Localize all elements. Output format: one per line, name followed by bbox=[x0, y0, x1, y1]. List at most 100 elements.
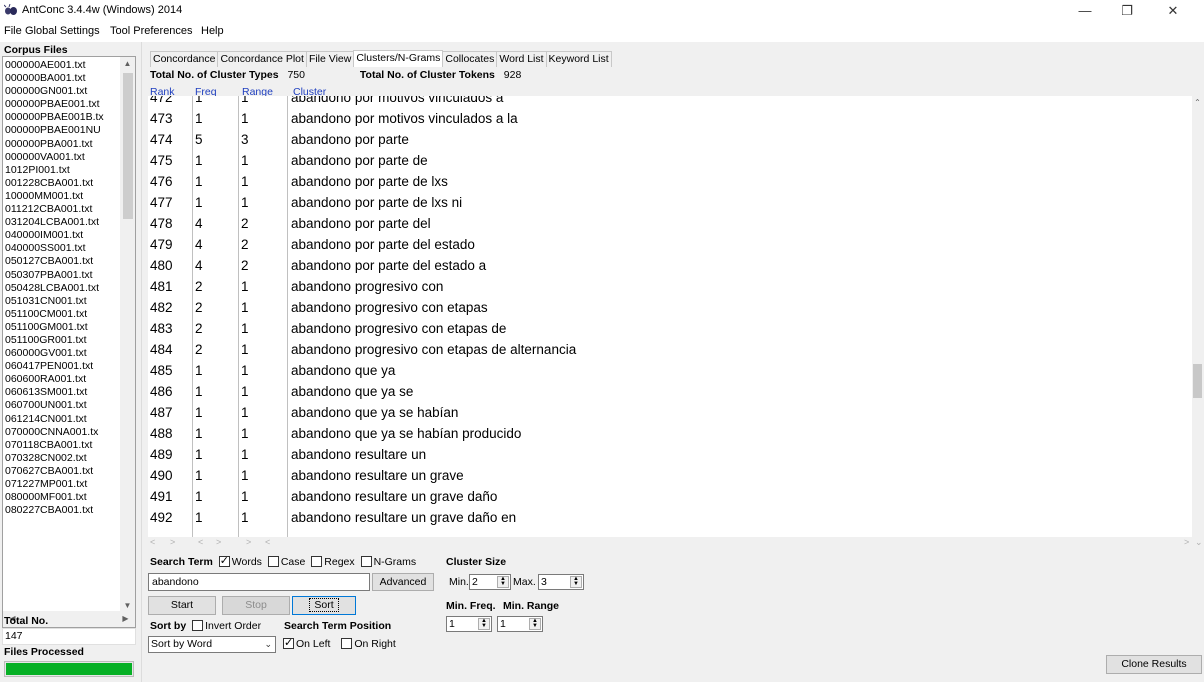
min-cluster-size-spinner[interactable]: 2 ▲ ▼ bbox=[469, 574, 511, 590]
corpus-file-item[interactable]: 050127CBA001.txt bbox=[3, 255, 121, 268]
start-button[interactable]: Start bbox=[148, 596, 216, 615]
corpus-file-item[interactable]: 051031CN001.txt bbox=[3, 295, 121, 308]
corpus-file-item[interactable]: 10000MM001.txt bbox=[3, 190, 121, 203]
scrollbar-thumb[interactable] bbox=[1193, 364, 1202, 398]
corpus-file-item[interactable]: 070000CNNA001.tx bbox=[3, 426, 121, 439]
corpus-file-item[interactable]: 040000IM001.txt bbox=[3, 229, 121, 242]
maximize-icon[interactable]: ❐ bbox=[1110, 0, 1144, 22]
menu-tool-preferences[interactable]: Tool Preferences bbox=[110, 25, 193, 37]
corpus-file-item[interactable]: 080000MF001.txt bbox=[3, 491, 121, 504]
corpus-file-item[interactable]: 070627CBA001.txt bbox=[3, 465, 121, 478]
table-row[interactable]: 491 1 1 abandono resultare un grave daño bbox=[148, 486, 1188, 507]
table-row[interactable]: 490 1 1 abandono resultare un grave bbox=[148, 465, 1188, 486]
sort-by-dropdown[interactable]: Sort by Word ⌄ bbox=[148, 636, 276, 653]
corpus-file-item[interactable]: 080227CBA001.txt bbox=[3, 504, 121, 517]
tab-clusters-n-grams[interactable]: Clusters/N-Grams bbox=[353, 50, 444, 67]
scroll-right-icon[interactable]: ▶ bbox=[118, 614, 133, 623]
min-freq-spinner[interactable]: 1 ▲ ▼ bbox=[446, 616, 492, 632]
results-table[interactable]: 472 1 1 abandono por motivos vinculados a 47… bbox=[148, 96, 1192, 537]
scroll-up-icon[interactable]: ▲ bbox=[120, 59, 135, 68]
clone-results-button[interactable]: Clone Results bbox=[1106, 655, 1202, 674]
corpus-file-item[interactable]: 000000PBAE001NU bbox=[3, 124, 121, 137]
corpus-file-item[interactable]: 051100CM001.txt bbox=[3, 308, 121, 321]
results-horizontal-scrollbars[interactable]: < > < > > < > ⌄ bbox=[148, 537, 1204, 549]
table-row[interactable]: 477 1 1 abandono por parte de lxs ni bbox=[148, 192, 1188, 213]
menu-global-settings[interactable]: Global Settings bbox=[25, 25, 100, 37]
corpus-file-item[interactable]: 000000VA001.txt bbox=[3, 151, 121, 164]
corpus-file-item[interactable]: 050307PBA001.txt bbox=[3, 269, 121, 282]
sort-button[interactable]: Sort bbox=[292, 596, 356, 615]
scroll-down-icon[interactable]: ⌄ bbox=[1195, 537, 1203, 548]
scroll-left-icon[interactable]: < bbox=[198, 537, 203, 547]
tab-collocates[interactable]: Collocates bbox=[442, 51, 498, 67]
table-row[interactable]: 488 1 1 abandono que ya se habían producido bbox=[148, 423, 1188, 444]
corpus-file-item[interactable]: 011212CBA001.txt bbox=[3, 203, 121, 216]
corpus-file-item[interactable]: 060700UN001.txt bbox=[3, 399, 121, 412]
tab-word-list[interactable]: Word List bbox=[496, 51, 547, 67]
corpus-file-item[interactable]: 1012PI001.txt bbox=[3, 164, 121, 177]
corpus-file-item[interactable]: 031204LCBA001.txt bbox=[3, 216, 121, 229]
results-vertical-scrollbar[interactable]: ⌃ bbox=[1192, 96, 1204, 537]
corpus-file-item[interactable]: 060613SM001.txt bbox=[3, 386, 121, 399]
file-list-vertical-scrollbar[interactable]: ▲ ▼ bbox=[120, 57, 135, 612]
table-row[interactable]: 489 1 1 abandono resultare un bbox=[148, 444, 1188, 465]
table-row[interactable]: 484 2 1 abandono progresivo con etapas de a… bbox=[148, 339, 1188, 360]
corpus-file-item[interactable]: 060000GV001.txt bbox=[3, 347, 121, 360]
menu-help[interactable]: Help bbox=[201, 25, 224, 37]
corpus-file-item[interactable]: 051100GM001.txt bbox=[3, 321, 121, 334]
scroll-right-icon[interactable]: < bbox=[265, 537, 270, 547]
corpus-file-item[interactable]: 040000SS001.txt bbox=[3, 242, 121, 255]
corpus-file-item[interactable]: 000000GN001.txt bbox=[3, 85, 121, 98]
table-row[interactable]: 485 1 1 abandono que ya bbox=[148, 360, 1188, 381]
search-term-input[interactable]: abandono bbox=[148, 573, 370, 591]
spinner-arrows-icon[interactable]: ▲ ▼ bbox=[529, 618, 541, 630]
corpus-file-item[interactable]: 000000PBA001.txt bbox=[3, 138, 121, 151]
table-row[interactable]: 472 1 1 abandono por motivos vinculados a bbox=[148, 96, 1188, 108]
min-range-spinner[interactable]: 1 ▲ ▼ bbox=[497, 616, 543, 632]
corpus-file-item[interactable]: 000000PBAE001B.tx bbox=[3, 111, 121, 124]
case-checkbox[interactable] bbox=[267, 556, 279, 567]
scrollbar-thumb[interactable] bbox=[123, 73, 133, 219]
table-row[interactable]: 473 1 1 abandono por motivos vinculados a l… bbox=[148, 108, 1188, 129]
advanced-button[interactable]: Advanced bbox=[372, 573, 434, 591]
scroll-right-icon[interactable]: > bbox=[1184, 537, 1189, 547]
stop-button[interactable]: Stop bbox=[222, 596, 290, 615]
corpus-file-list[interactable]: 000000AE001.txt 000000BA001.txt 000000GN00… bbox=[2, 56, 136, 628]
table-row[interactable]: 478 4 2 abandono por parte del bbox=[148, 213, 1188, 234]
spinner-arrows-icon[interactable]: ▲ ▼ bbox=[478, 618, 490, 630]
corpus-file-item[interactable]: 001228CBA001.txt bbox=[3, 177, 121, 190]
ngrams-checkbox[interactable] bbox=[360, 556, 372, 567]
corpus-file-item[interactable]: 000000AE001.txt bbox=[3, 59, 121, 72]
close-icon[interactable]: ✕ bbox=[1156, 0, 1190, 22]
corpus-file-item[interactable]: 000000PBAE001.txt bbox=[3, 98, 121, 111]
tab-concordance[interactable]: Concordance bbox=[150, 51, 219, 67]
max-cluster-size-spinner[interactable]: 3 ▲ ▼ bbox=[538, 574, 584, 590]
scroll-down-icon[interactable]: ▼ bbox=[120, 601, 135, 610]
table-row[interactable]: 487 1 1 abandono que ya se habían bbox=[148, 402, 1188, 423]
corpus-file-item[interactable]: 060600RA001.txt bbox=[3, 373, 121, 386]
tab-file-view[interactable]: File View bbox=[305, 51, 355, 67]
table-row[interactable]: 480 4 2 abandono por parte del estado a bbox=[148, 255, 1188, 276]
scroll-right-icon[interactable]: > bbox=[216, 537, 221, 547]
minimize-icon[interactable]: — bbox=[1068, 0, 1102, 22]
spinner-arrows-icon[interactable]: ▲ ▼ bbox=[497, 576, 509, 588]
table-row[interactable]: 482 2 1 abandono progresivo con etapas bbox=[148, 297, 1188, 318]
scroll-left-icon[interactable]: > bbox=[246, 537, 251, 547]
menu-file[interactable]: File bbox=[4, 25, 22, 37]
corpus-file-item[interactable]: 070328CN002.txt bbox=[3, 452, 121, 465]
table-row[interactable]: 479 4 2 abandono por parte del estado bbox=[148, 234, 1188, 255]
scroll-right-icon[interactable]: > bbox=[170, 537, 175, 547]
table-row[interactable]: 483 2 1 abandono progresivo con etapas de bbox=[148, 318, 1188, 339]
corpus-file-item[interactable]: 060417PEN001.txt bbox=[3, 360, 121, 373]
tab-concordance-plot[interactable]: Concordance Plot bbox=[217, 51, 307, 67]
corpus-file-item[interactable]: 051100GR001.txt bbox=[3, 334, 121, 347]
corpus-file-item[interactable]: 000000BA001.txt bbox=[3, 72, 121, 85]
tab-keyword-list[interactable]: Keyword List bbox=[545, 51, 612, 67]
table-row[interactable]: 476 1 1 abandono por parte de lxs bbox=[148, 171, 1188, 192]
corpus-file-item[interactable]: 061214CN001.txt bbox=[3, 413, 121, 426]
table-row[interactable]: 475 1 1 abandono por parte de bbox=[148, 150, 1188, 171]
corpus-file-item[interactable]: 070118CBA001.txt bbox=[3, 439, 121, 452]
table-row[interactable]: 481 2 1 abandono progresivo con bbox=[148, 276, 1188, 297]
regex-checkbox[interactable] bbox=[311, 556, 323, 567]
on-left-checkbox[interactable] bbox=[283, 636, 294, 649]
